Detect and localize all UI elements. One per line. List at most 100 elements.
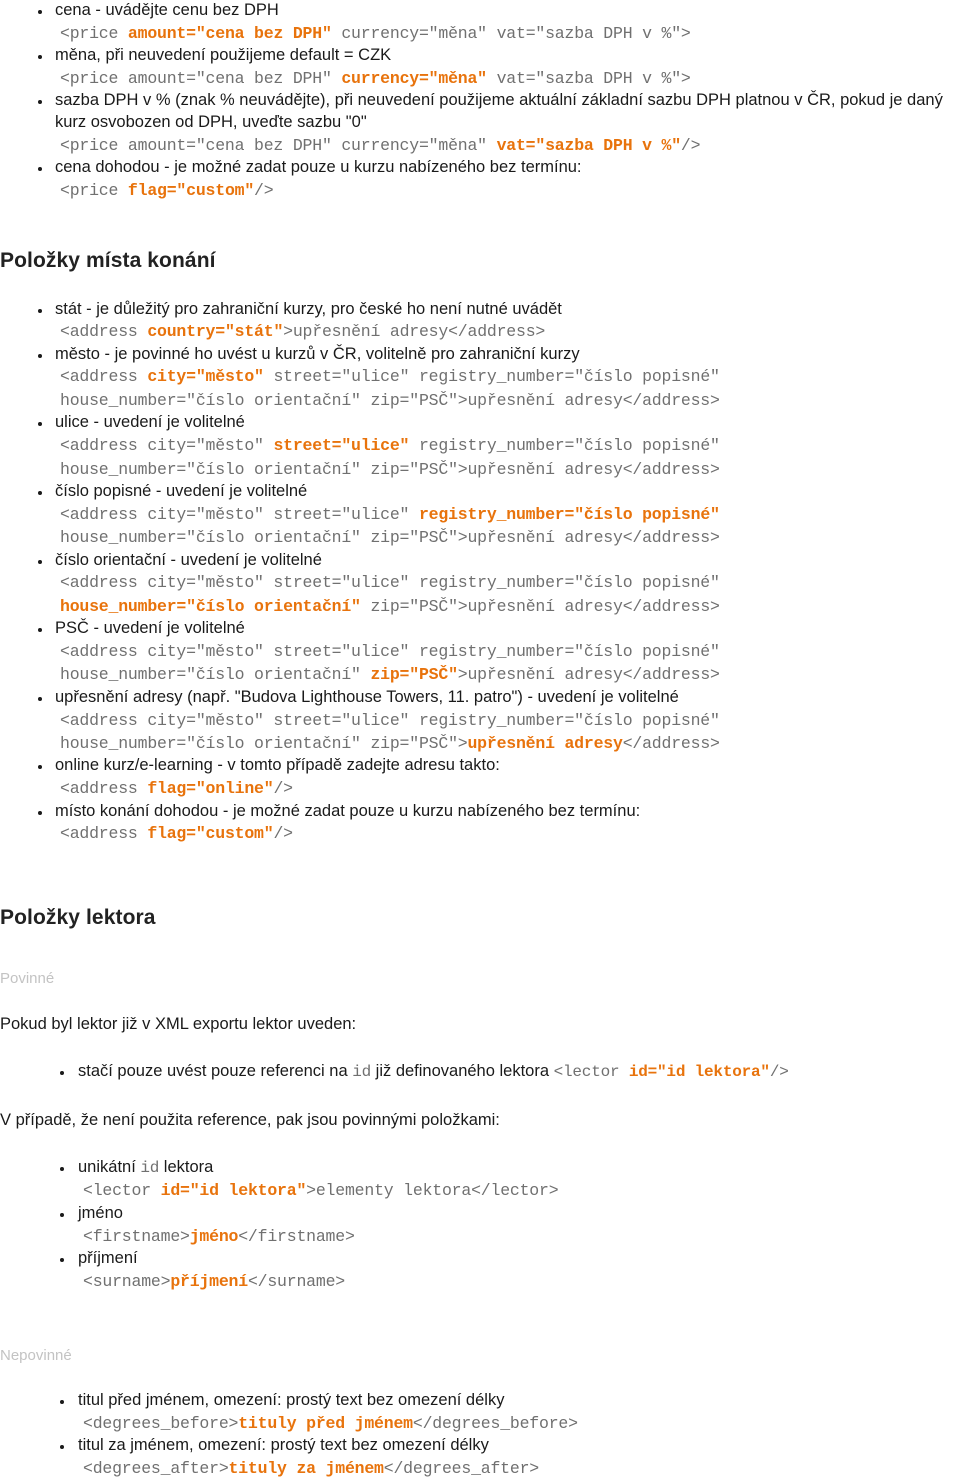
code-highlight: country="stát" — [147, 322, 284, 342]
list-item-label: titul za jménem, omezení: prostý text be… — [78, 1436, 489, 1455]
code-highlight: street="ulice" — [273, 436, 410, 456]
list-item-label: sazba DPH v % (znak % neuvádějte), při n… — [55, 91, 943, 132]
code-plain: </address> — [622, 733, 720, 753]
code-highlight: city="město" — [147, 367, 264, 387]
code-plain: /> — [769, 1063, 789, 1081]
code-highlight: amount="cena bez DPH" — [127, 23, 332, 43]
code-plain: house_number="číslo orientační" zip="PSČ… — [60, 390, 720, 410]
code-snippet-line: house_number="číslo orientační" zip="PSČ… — [60, 389, 960, 412]
code-snippet-line: <address flag="custom"/> — [60, 822, 960, 845]
code-plain: currency="měna" vat="sazba DPH v %"> — [331, 23, 691, 43]
code-snippet-line: house_number="číslo orientační" zip="PSČ… — [60, 458, 960, 481]
code-plain: house_number="číslo orientační" zip="PSČ… — [60, 733, 468, 753]
code-highlight: registry_number="číslo popisné" — [418, 504, 720, 524]
code-plain: <address city="město" street="ulice" reg… — [60, 573, 720, 593]
lecturer-intro-paragraph-1: Pokud byl lektor již v XML exportu lekto… — [0, 1014, 357, 1033]
list-item: titul za jménem, omezení: prostý text be… — [0, 1435, 960, 1480]
code-snippet-line: <degrees_before>tituly před jménem</degr… — [83, 1412, 960, 1435]
code-snippet-line: house_number="číslo orientační" zip="PSČ… — [60, 526, 960, 549]
required-label: Povinné — [0, 969, 55, 987]
list-item: unikátní id lektora <lector id="id lektor… — [0, 1157, 960, 1203]
venue-items-list: stát - je důležitý pro zahraniční kurzy,… — [0, 299, 960, 846]
code-highlight: jméno — [189, 1226, 239, 1246]
list-item: měna, při neuvedení použijeme default = … — [0, 45, 960, 90]
code-snippet-line: <price amount="cena bez DPH" currency="m… — [60, 134, 960, 157]
documentation-page: cena - uvádějte cenu bez DPH <price amoun… — [0, 0, 960, 1478]
lecturer-intro-paragraph-2: V případě, že není použita reference, pa… — [0, 1111, 500, 1130]
list-item: stát - je důležitý pro zahraniční kurzy,… — [0, 299, 960, 344]
code-snippet-line: <address city="město" street="ulice" reg… — [60, 640, 960, 663]
list-item-label: stát - je důležitý pro zahraniční kurzy,… — [55, 299, 562, 318]
inline-code-snippet: <lector id="id lektora"/> — [554, 1063, 789, 1081]
code-highlight: tituly před jménem — [238, 1414, 413, 1434]
list-item: ulice - uvedení je volitelné <address cit… — [0, 412, 960, 481]
list-item-label: stačí pouze uvést pouze referenci na id … — [78, 1062, 789, 1081]
code-snippet-line: <lector id="id lektora">elementy lektora… — [83, 1179, 960, 1202]
code-plain: /> — [680, 135, 701, 155]
lecturer-required-items-list: unikátní id lektora <lector id="id lektor… — [0, 1157, 960, 1293]
code-snippet-line: <address country="stát">upřesnění adresy… — [60, 320, 960, 343]
list-item: titul před jménem, omezení: prostý text … — [0, 1390, 960, 1435]
list-item: cena - uvádějte cenu bez DPH <price amoun… — [0, 0, 960, 45]
code-highlight: house_number="číslo orientační" — [60, 596, 361, 616]
code-plain: <address city="město" — [60, 436, 274, 456]
code-plain: /> — [273, 824, 293, 844]
code-plain: <address — [60, 367, 148, 387]
code-snippet-line: house_number="číslo orientační" zip="PSČ… — [60, 732, 960, 755]
code-plain: <surname> — [83, 1271, 171, 1291]
list-item: PSČ - uvedení je volitelné <address city=… — [0, 618, 960, 687]
code-plain: <address — [60, 322, 148, 342]
code-snippet-line: <surname>příjmení</surname> — [83, 1270, 960, 1293]
code-plain: >upřesnění adresy</address> — [457, 665, 720, 685]
price-items-list: cena - uvádějte cenu bez DPH <price amoun… — [0, 0, 960, 203]
list-item-label: upřesnění adresy (např. "Budova Lighthou… — [55, 687, 679, 706]
code-plain: <address — [60, 779, 148, 799]
list-item-label: měna, při neuvedení použijeme default = … — [55, 46, 392, 65]
code-snippet-line: house_number="číslo orientační" zip="PSČ… — [60, 595, 960, 618]
code-plain: house_number="číslo orientační" — [60, 665, 371, 685]
code-snippet-line: <address city="město" street="ulice" reg… — [60, 503, 960, 526]
code-snippet-line: <price amount="cena bez DPH" currency="m… — [60, 67, 960, 90]
list-item: číslo popisné - uvedení je volitelné <add… — [0, 481, 960, 550]
optional-label: Nepovinné — [0, 1347, 72, 1365]
list-item-label: online kurz/e-learning - v tomto případě… — [55, 756, 500, 775]
list-item: jméno <firstname>jméno</firstname> — [0, 1203, 960, 1248]
code-plain: <lector — [553, 1063, 629, 1081]
code-plain: </firstname> — [238, 1226, 355, 1246]
code-plain: house_number="číslo orientační" zip="PSČ… — [60, 528, 720, 548]
code-highlight: flag="online" — [147, 779, 274, 799]
code-snippet-line: <address city="město" street="ulice" reg… — [60, 571, 960, 594]
code-highlight: příjmení — [170, 1271, 248, 1291]
code-snippet-line: <price amount="cena bez DPH" currency="m… — [60, 22, 960, 45]
list-item-label: PSČ - uvedení je volitelné — [55, 619, 245, 638]
code-highlight: vat="sazba DPH v %" — [496, 135, 682, 155]
code-snippet-line: <firstname>jméno</firstname> — [83, 1225, 960, 1248]
lecturer-reference-list: stačí pouze uvést pouze referenci na id … — [0, 1061, 960, 1083]
venue-section-heading: Položky místa konání — [0, 248, 216, 272]
code-snippet-line: house_number="číslo orientační" zip="PSČ… — [60, 663, 960, 686]
code-plain: <price — [60, 181, 128, 201]
code-plain: <address city="město" street="ulice" — [60, 504, 419, 524]
list-item-label: příjmení — [78, 1249, 138, 1268]
list-item: online kurz/e-learning - v tomto případě… — [0, 755, 960, 800]
code-plain: <price — [60, 23, 128, 43]
list-item: místo konání dohodou - je možné zadat po… — [0, 801, 960, 846]
code-plain: </degrees_after> — [383, 1459, 539, 1479]
list-item-label: unikátní id lektora — [78, 1158, 214, 1178]
code-plain: >elementy lektora</lector> — [306, 1181, 559, 1201]
code-plain: <degrees_after> — [83, 1459, 229, 1479]
code-highlight: tituly za jménem — [228, 1459, 384, 1479]
code-snippet-line: <address flag="online"/> — [60, 777, 960, 800]
code-plain: <address city="město" street="ulice" reg… — [60, 641, 720, 661]
list-item: sazba DPH v % (znak % neuvádějte), při n… — [0, 90, 960, 157]
list-item-label: číslo popisné - uvedení je volitelné — [55, 481, 308, 500]
code-plain: <price amount="cena bez DPH" currency="m… — [60, 135, 497, 155]
